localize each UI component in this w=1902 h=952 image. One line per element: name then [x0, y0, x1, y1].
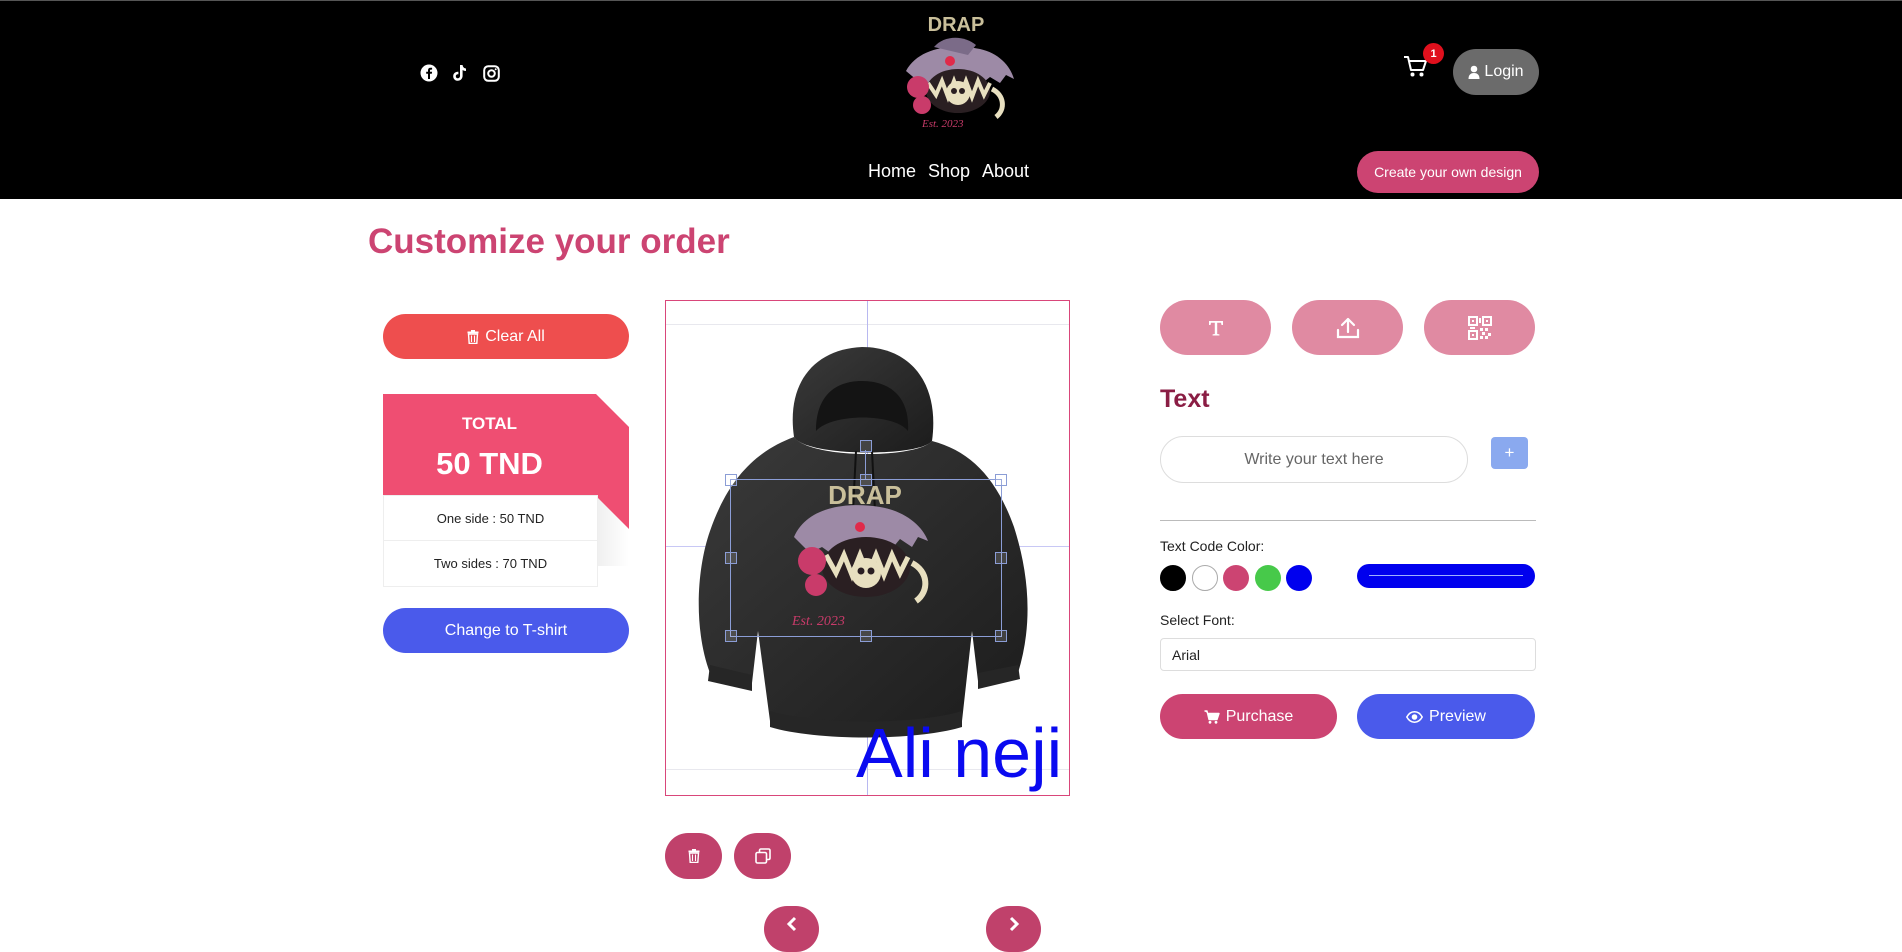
page-title: Customize your order	[368, 222, 730, 261]
resize-handle[interactable]	[995, 630, 1007, 642]
custom-text-element[interactable]: Ali neji	[856, 713, 1062, 793]
logo-brand-text: DRAP	[928, 14, 985, 36]
delete-element-button[interactable]	[665, 833, 722, 879]
text-tool-icon	[1208, 320, 1223, 335]
text-color-label: Text Code Color:	[1160, 538, 1265, 554]
price-one-side: One side : 50 TND	[383, 495, 598, 542]
clear-all-label: Clear All	[485, 327, 545, 345]
color-swatch-black[interactable]	[1160, 565, 1186, 591]
font-select[interactable]: Arial	[1160, 638, 1536, 671]
login-label: Login	[1484, 63, 1524, 80]
total-label: TOTAL	[461, 414, 518, 433]
next-side-button[interactable]	[986, 906, 1041, 952]
qr-code-icon	[1467, 315, 1492, 340]
color-swatch-pink[interactable]	[1223, 565, 1249, 591]
duplicate-element-button[interactable]	[734, 833, 791, 879]
tiktok-icon[interactable]	[449, 63, 469, 83]
clear-all-button[interactable]: Clear All	[383, 314, 629, 359]
brand-logo[interactable]: DRAP Est. 2023	[888, 9, 1028, 135]
resize-handle[interactable]	[860, 474, 872, 486]
color-swatch-blue[interactable]	[1286, 565, 1312, 591]
font-label: Select Font:	[1160, 612, 1235, 628]
user-icon	[1468, 65, 1480, 79]
rotate-handle-line	[865, 450, 866, 479]
add-text-button[interactable]: +	[1491, 437, 1528, 469]
qr-code-button[interactable]	[1424, 300, 1535, 355]
copy-icon	[754, 848, 771, 864]
color-swatch-green[interactable]	[1255, 565, 1281, 591]
cart-icon	[1204, 709, 1220, 724]
resize-handle[interactable]	[860, 630, 872, 642]
resize-handle[interactable]	[995, 552, 1007, 564]
change-product-button[interactable]: Change to T-shirt	[383, 608, 629, 653]
text-input[interactable]	[1160, 436, 1468, 483]
cart-count-badge: 1	[1423, 43, 1444, 64]
price-two-sides: Two sides : 70 TND	[383, 540, 598, 587]
text-tool-button[interactable]	[1160, 300, 1271, 355]
eye-icon	[1406, 710, 1424, 723]
preview-button[interactable]: Preview	[1357, 694, 1535, 739]
instagram-icon[interactable]	[481, 63, 501, 83]
resize-handle[interactable]	[725, 630, 737, 642]
design-canvas[interactable]: DRAP Est. 2023 Ali neji	[665, 300, 1070, 796]
previous-side-button[interactable]	[764, 906, 819, 952]
site-header: DRAP Est. 2023 1 Login Home Shop About C…	[0, 1, 1902, 199]
purchase-label: Purchase	[1225, 707, 1294, 725]
rotate-handle[interactable]	[860, 440, 872, 452]
login-button[interactable]: Login	[1453, 49, 1539, 95]
upload-image-button[interactable]	[1292, 300, 1403, 355]
text-section-title: Text	[1160, 385, 1210, 413]
resize-handle[interactable]	[995, 474, 1007, 486]
facebook-icon[interactable]	[419, 63, 439, 83]
preview-label: Preview	[1429, 707, 1486, 725]
chevron-right-icon	[1009, 916, 1019, 932]
create-design-button[interactable]: Create your own design	[1357, 151, 1539, 193]
price-card: TOTAL 50 TND One side : 50 TND Two sides…	[383, 394, 629, 587]
logo-tagline: Est. 2023	[921, 118, 964, 130]
divider	[1160, 520, 1536, 521]
upload-icon	[1336, 317, 1359, 338]
nav-home[interactable]: Home	[868, 161, 916, 182]
nav-about[interactable]: About	[982, 161, 1029, 182]
selection-box[interactable]	[730, 479, 1002, 637]
trash-icon	[688, 849, 699, 863]
nav-shop[interactable]: Shop	[928, 161, 970, 182]
price-header: TOTAL 50 TND	[383, 394, 629, 495]
resize-handle[interactable]	[725, 474, 737, 486]
color-swatch-white[interactable]	[1192, 565, 1218, 591]
chevron-left-icon	[786, 916, 796, 932]
color-picker-line	[1369, 575, 1523, 576]
total-amount: 50 TND	[436, 446, 543, 481]
purchase-button[interactable]: Purchase	[1160, 694, 1337, 739]
trash-icon	[467, 329, 479, 344]
color-picker-input[interactable]	[1357, 564, 1535, 588]
resize-handle[interactable]	[725, 552, 737, 564]
